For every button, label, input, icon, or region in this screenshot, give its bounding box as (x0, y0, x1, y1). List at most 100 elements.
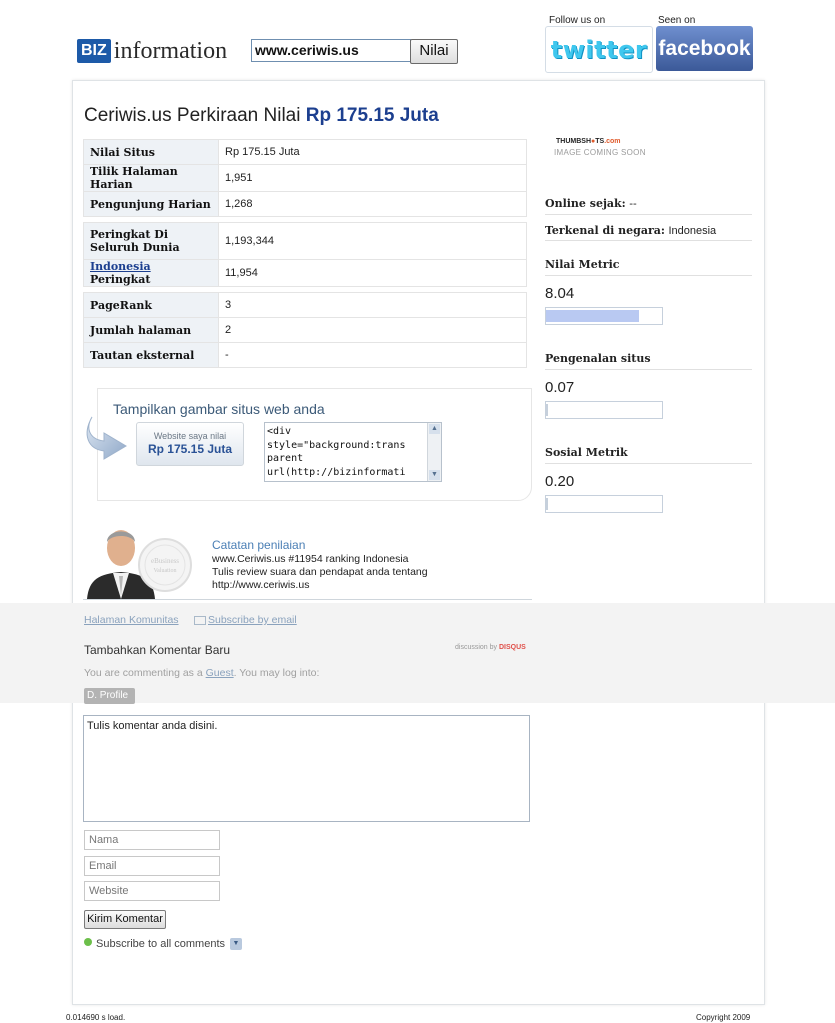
thumb-b: TS (595, 138, 605, 145)
scroll-up-icon[interactable]: ▲ (429, 424, 440, 434)
disqus-brand: DISQUS (498, 644, 526, 651)
disqus-prefix: discussion by (455, 644, 498, 651)
thumbshots-logo: THUMBSH●TS.com (556, 138, 621, 145)
site-logo[interactable]: BIZ information (77, 38, 227, 64)
facebook-link[interactable]: facebook (656, 26, 753, 71)
metric-label: Sosial Metrik (545, 446, 628, 459)
online-value: -- (629, 197, 637, 210)
disqus-credit[interactable]: discussion by DISQUS (455, 644, 526, 651)
subscribe-all-label[interactable]: Subscribe to all comments (96, 938, 225, 950)
badge-caption: Website saya nilai (153, 431, 227, 441)
guest-link[interactable]: Guest (206, 667, 234, 679)
load-time: 0.014690 s load. (66, 1013, 126, 1022)
known-label: Terkenal di negara: (545, 224, 665, 237)
stat-value: 1,268 (218, 191, 527, 217)
submit-comment-button[interactable]: Kirim Komentar (84, 910, 166, 929)
stat-value: Rp 175.15 Juta (218, 139, 527, 165)
online-label: Online sejak: (545, 197, 626, 210)
value-badge-preview[interactable]: Website saya nilai Rp 175.15 Juta (136, 422, 244, 466)
valuation-seal-icon: eBusiness Valuation (138, 538, 192, 592)
badge-value: Rp 175.15 Juta (147, 442, 233, 456)
valuation-title[interactable]: Catatan penilaian (212, 538, 305, 552)
country-rank-label: Peringkat (90, 273, 151, 286)
stats-table-rank: Peringkat Di Seluruh Dunia 1,193,344 Ind… (83, 222, 527, 287)
table-row: PageRank 3 (83, 292, 527, 318)
metric-bar-fill (546, 404, 548, 416)
thumb-a: THUMBSH (556, 138, 591, 145)
known-country: Terkenal di negara: Indonesia (545, 224, 716, 237)
logo-information: information (113, 38, 228, 64)
stat-label: Tilik Halaman Harian (83, 164, 219, 192)
twitter-link[interactable]: twitter (545, 26, 653, 73)
divider (545, 240, 752, 241)
known-value: Indonesia (668, 225, 717, 237)
divider (83, 599, 532, 600)
stat-value: 3 (218, 292, 527, 318)
stat-value: 2 (218, 317, 527, 343)
mail-icon (194, 616, 206, 625)
stat-label: Pengunjung Harian (83, 191, 219, 217)
divider (545, 214, 752, 215)
stat-value: - (218, 342, 527, 368)
table-row: Jumlah halaman 2 (83, 317, 527, 343)
metric-value: 8.04 (545, 285, 575, 302)
check-icon (84, 938, 92, 946)
metric-value: 0.20 (545, 473, 575, 490)
table-row: Tilik Halaman Harian 1,951 (83, 164, 527, 192)
stat-label: Nilai Situs (83, 139, 219, 165)
logo-biz: BIZ (77, 39, 111, 63)
code-scrollbar[interactable]: ▲ ▼ (427, 423, 441, 481)
stat-label: PageRank (83, 292, 219, 318)
name-field[interactable]: Nama (84, 830, 220, 850)
community-page-link[interactable]: Halaman Komunitas (84, 614, 179, 626)
scroll-down-icon[interactable]: ▼ (429, 470, 440, 480)
stat-label: Tautan eksternal (83, 342, 219, 368)
embed-code-textarea[interactable]: <div style="background:trans parent url(… (264, 422, 442, 482)
stat-label: Peringkat Di Seluruh Dunia (83, 222, 219, 260)
metric-bar-fill (546, 498, 548, 510)
search-input[interactable]: www.ceriwis.us (251, 39, 411, 62)
metric-bar-fill (546, 310, 640, 322)
table-row: Tautan eksternal - (83, 342, 527, 368)
disqus-profile-button[interactable]: D. Profile (84, 688, 135, 704)
country-link[interactable]: Indonesia (90, 260, 151, 273)
website-field[interactable]: Website (84, 881, 220, 901)
follow-label: Follow us on (549, 15, 606, 26)
comment-placeholder: Tulis komentar anda disini. (87, 720, 218, 732)
subscribe-email-link[interactable]: Subscribe by email (208, 614, 297, 626)
thumb-c: .com (604, 138, 621, 145)
table-row: Pengunjung Harian 1,268 (83, 191, 527, 217)
stat-value: 1,193,344 (218, 222, 527, 260)
nilai-button[interactable]: Nilai (410, 39, 458, 64)
table-row: Nilai Situs Rp 175.15 Juta (83, 139, 527, 165)
chevron-down-icon[interactable]: ▼ (230, 938, 242, 950)
stats-table-links: PageRank 3 Jumlah halaman 2 Tautan ekste… (83, 292, 527, 368)
guest-notice: You are commenting as a Guest. You may l… (84, 667, 319, 679)
divider (545, 369, 752, 370)
guest-prefix: You are commenting as a (84, 667, 203, 679)
guest-suffix: . You may log into: (233, 667, 320, 679)
twitter-logo: twitter (550, 35, 648, 64)
valuation-line-1: www.Ceriwis.us #11954 ranking Indonesia (212, 553, 409, 565)
stats-table-traffic: Nilai Situs Rp 175.15 Juta Tilik Halaman… (83, 139, 527, 217)
email-field[interactable]: Email (84, 856, 220, 876)
divider (545, 275, 752, 276)
embed-code: <div style="background:trans parent url(… (267, 426, 406, 478)
thumbnail-placeholder-text: IMAGE COMING SOON (554, 148, 646, 157)
page-title: Ceriwis.us Perkiraan Nilai Rp 175.15 Jut… (84, 105, 439, 127)
divider (545, 463, 752, 464)
svg-text:Valuation: Valuation (154, 568, 177, 574)
stat-label: Indonesia Peringkat (83, 259, 219, 287)
facebook-logo: facebook (658, 36, 751, 60)
online-since: Online sejak: -- (545, 197, 637, 210)
metric-bar (545, 401, 663, 419)
stat-value: 1,951 (218, 164, 527, 192)
metric-label: Pengenalan situs (545, 352, 651, 365)
metric-label: Nilai Metric (545, 258, 620, 271)
comment-textarea[interactable]: Tulis komentar anda disini. (83, 715, 530, 822)
metric-value: 0.07 (545, 379, 575, 396)
curved-arrow-icon (86, 416, 127, 460)
seen-label: Seen on (658, 15, 696, 26)
stat-label: Jumlah halaman (83, 317, 219, 343)
stat-value: 11,954 (218, 259, 527, 287)
